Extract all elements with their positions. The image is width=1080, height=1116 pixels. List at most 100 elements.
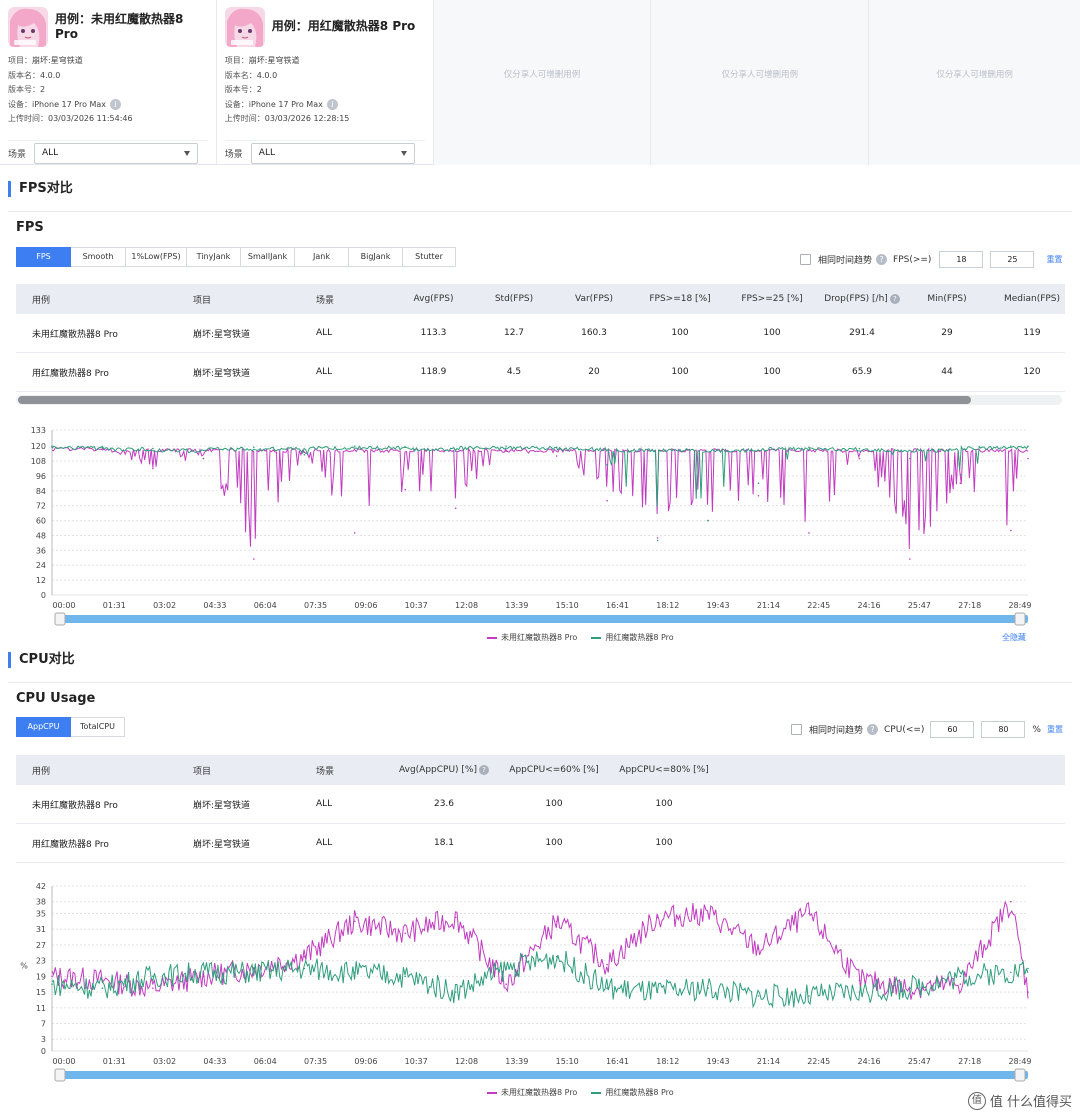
help-icon[interactable]: ?	[479, 765, 489, 775]
y-tick-label: 11	[36, 1004, 46, 1013]
data-point	[1027, 991, 1029, 993]
cpu-threshold-label: CPU(<=)	[884, 724, 925, 735]
data-point	[353, 971, 356, 974]
series-line-2	[51, 950, 1029, 1009]
x-tick-label: 10:37	[405, 601, 428, 610]
reset-link[interactable]: 重置	[1046, 254, 1062, 265]
data-point	[555, 446, 558, 449]
data-point	[404, 932, 407, 934]
data-point	[909, 558, 911, 560]
col-project: 项目	[193, 766, 212, 777]
table-row: 用红魔散热器8 Pro 崩坏:星穹铁道 ALL 18.1 100 100	[16, 824, 1065, 863]
tab-fps[interactable]: FPS	[16, 247, 71, 267]
fps-threshold-input-2[interactable]: 25	[990, 251, 1035, 268]
x-tick-label: 01:31	[103, 1057, 126, 1066]
tab-totalcpu[interactable]: TotalCPU	[71, 717, 125, 737]
tab-jank[interactable]: Jank	[295, 247, 349, 267]
x-tick-label: 25:47	[908, 1057, 931, 1066]
legend-item-without-cooler[interactable]: 未用红魔散热器8 Pro	[487, 632, 577, 643]
fps-threshold-controls: 相同时间趋势 ? FPS(>=) 18 25 重置	[800, 251, 1062, 268]
tab-1pct-low[interactable]: 1%Low(FPS)	[126, 247, 187, 267]
data-point	[959, 983, 962, 986]
y-tick-label: 38	[36, 898, 46, 907]
data-point	[505, 983, 507, 986]
unit-label: %	[1032, 724, 1041, 735]
x-tick-label: 01:31	[103, 601, 126, 610]
x-tick-label: 21:14	[757, 601, 780, 610]
col-fps-ge-18: FPS>=18 [%]	[649, 294, 711, 304]
case-project: 项目： 崩坏:星穹铁道	[8, 56, 83, 65]
data-point	[656, 537, 659, 539]
help-icon[interactable]: ?	[876, 254, 888, 265]
same-time-trend-checkbox[interactable]	[800, 254, 811, 265]
col-appcpu-le-80: AppCPU<=80% [%]	[619, 765, 709, 775]
tab-bigjank[interactable]: BigJank	[349, 247, 403, 267]
data-point	[454, 450, 457, 452]
data-point	[757, 494, 760, 497]
col-min-fps: Min(FPS)	[927, 294, 967, 304]
fps-threshold-input-1[interactable]: 18	[939, 251, 984, 268]
info-icon[interactable]: i	[326, 99, 338, 111]
data-point	[51, 445, 53, 447]
data-point	[656, 991, 659, 993]
scrollbar-thumb[interactable]	[18, 396, 971, 404]
scene-select[interactable]: ALL	[34, 143, 198, 164]
data-point	[303, 967, 306, 970]
x-tick-label: 18:12	[656, 1057, 679, 1066]
col-avg-appcpu: Avg(AppCPU) [%]?	[394, 755, 494, 785]
same-time-trend-label: 相同时间趋势	[809, 726, 864, 736]
info-icon[interactable]: i	[110, 99, 122, 111]
cpu-threshold-input-1[interactable]: 60	[930, 721, 975, 738]
legend-item-with-cooler[interactable]: 用红魔散热器8 Pro	[591, 1087, 674, 1098]
help-icon[interactable]: ?	[867, 724, 879, 735]
x-tick-label: 19:43	[707, 1057, 730, 1066]
x-tick-label: 00:00	[52, 1057, 75, 1066]
tab-smooth[interactable]: Smooth	[71, 247, 126, 267]
tab-stutter[interactable]: Stutter	[403, 247, 456, 267]
x-tick-label: 03:02	[153, 601, 176, 610]
legend-item-without-cooler[interactable]: 未用红魔散热器8 Pro	[487, 1087, 577, 1098]
case-version-code: 版本号： 2	[8, 85, 46, 94]
data-point	[606, 987, 608, 989]
y-tick-label: 12	[36, 576, 46, 585]
data-point	[303, 955, 306, 958]
tab-tinyjank[interactable]: TinyJank	[187, 247, 241, 267]
y-tick-label: 72	[36, 502, 46, 511]
cpu-threshold-controls: 相同时间趋势 ? CPU(<=) 60 80 % 重置	[791, 721, 1063, 738]
x-tick-label: 04:33	[203, 601, 226, 610]
help-icon[interactable]: ?	[889, 294, 900, 304]
table-header: 用例 项目 场景 Avg(AppCPU) [%]? AppCPU<=60% [%…	[16, 755, 1065, 785]
series-line-1	[51, 446, 1029, 550]
y-tick-label: 120	[31, 442, 46, 451]
x-tick-label: 28:49	[1008, 601, 1031, 610]
x-tick-label: 27:18	[958, 1057, 981, 1066]
y-tick-label: 48	[36, 531, 46, 540]
data-point	[303, 454, 306, 456]
data-point	[202, 975, 205, 978]
cpu-threshold-input-2[interactable]: 80	[981, 721, 1026, 738]
panel-title-fps: FPS	[16, 220, 44, 235]
case-device: 设备： iPhone 17 Pro Max i	[8, 98, 208, 113]
table-horizontal-scrollbar[interactable]	[16, 395, 1062, 405]
y-axis-label: %	[20, 962, 28, 971]
data-point	[1010, 971, 1012, 974]
range-slider-handle-left	[54, 612, 66, 626]
scene-label: 场景	[8, 150, 27, 160]
data-point	[808, 995, 810, 997]
range-slider-track	[58, 1071, 1028, 1079]
legend-item-with-cooler[interactable]: 用红魔散热器8 Pro	[591, 632, 674, 643]
chevron-down-icon	[400, 151, 407, 156]
scene-select[interactable]: ALL	[250, 143, 415, 164]
same-time-trend-checkbox[interactable]	[791, 724, 802, 735]
y-tick-label: 31	[36, 925, 46, 934]
data-point	[959, 975, 962, 978]
empty-case-slot: 仅分享人可增删用例	[433, 0, 652, 165]
col-drop-fps: Drop(FPS) [/h]?	[818, 284, 906, 314]
y-tick-label: 96	[36, 472, 46, 481]
hide-all-link[interactable]: 全隐藏	[1002, 632, 1026, 643]
fps-threshold-label: FPS(>=)	[893, 254, 932, 265]
data-point	[707, 987, 709, 989]
reset-link[interactable]: 重置	[1047, 724, 1063, 735]
tab-appcpu[interactable]: AppCPU	[16, 717, 71, 737]
tab-smalljank[interactable]: SmallJank	[241, 247, 295, 267]
